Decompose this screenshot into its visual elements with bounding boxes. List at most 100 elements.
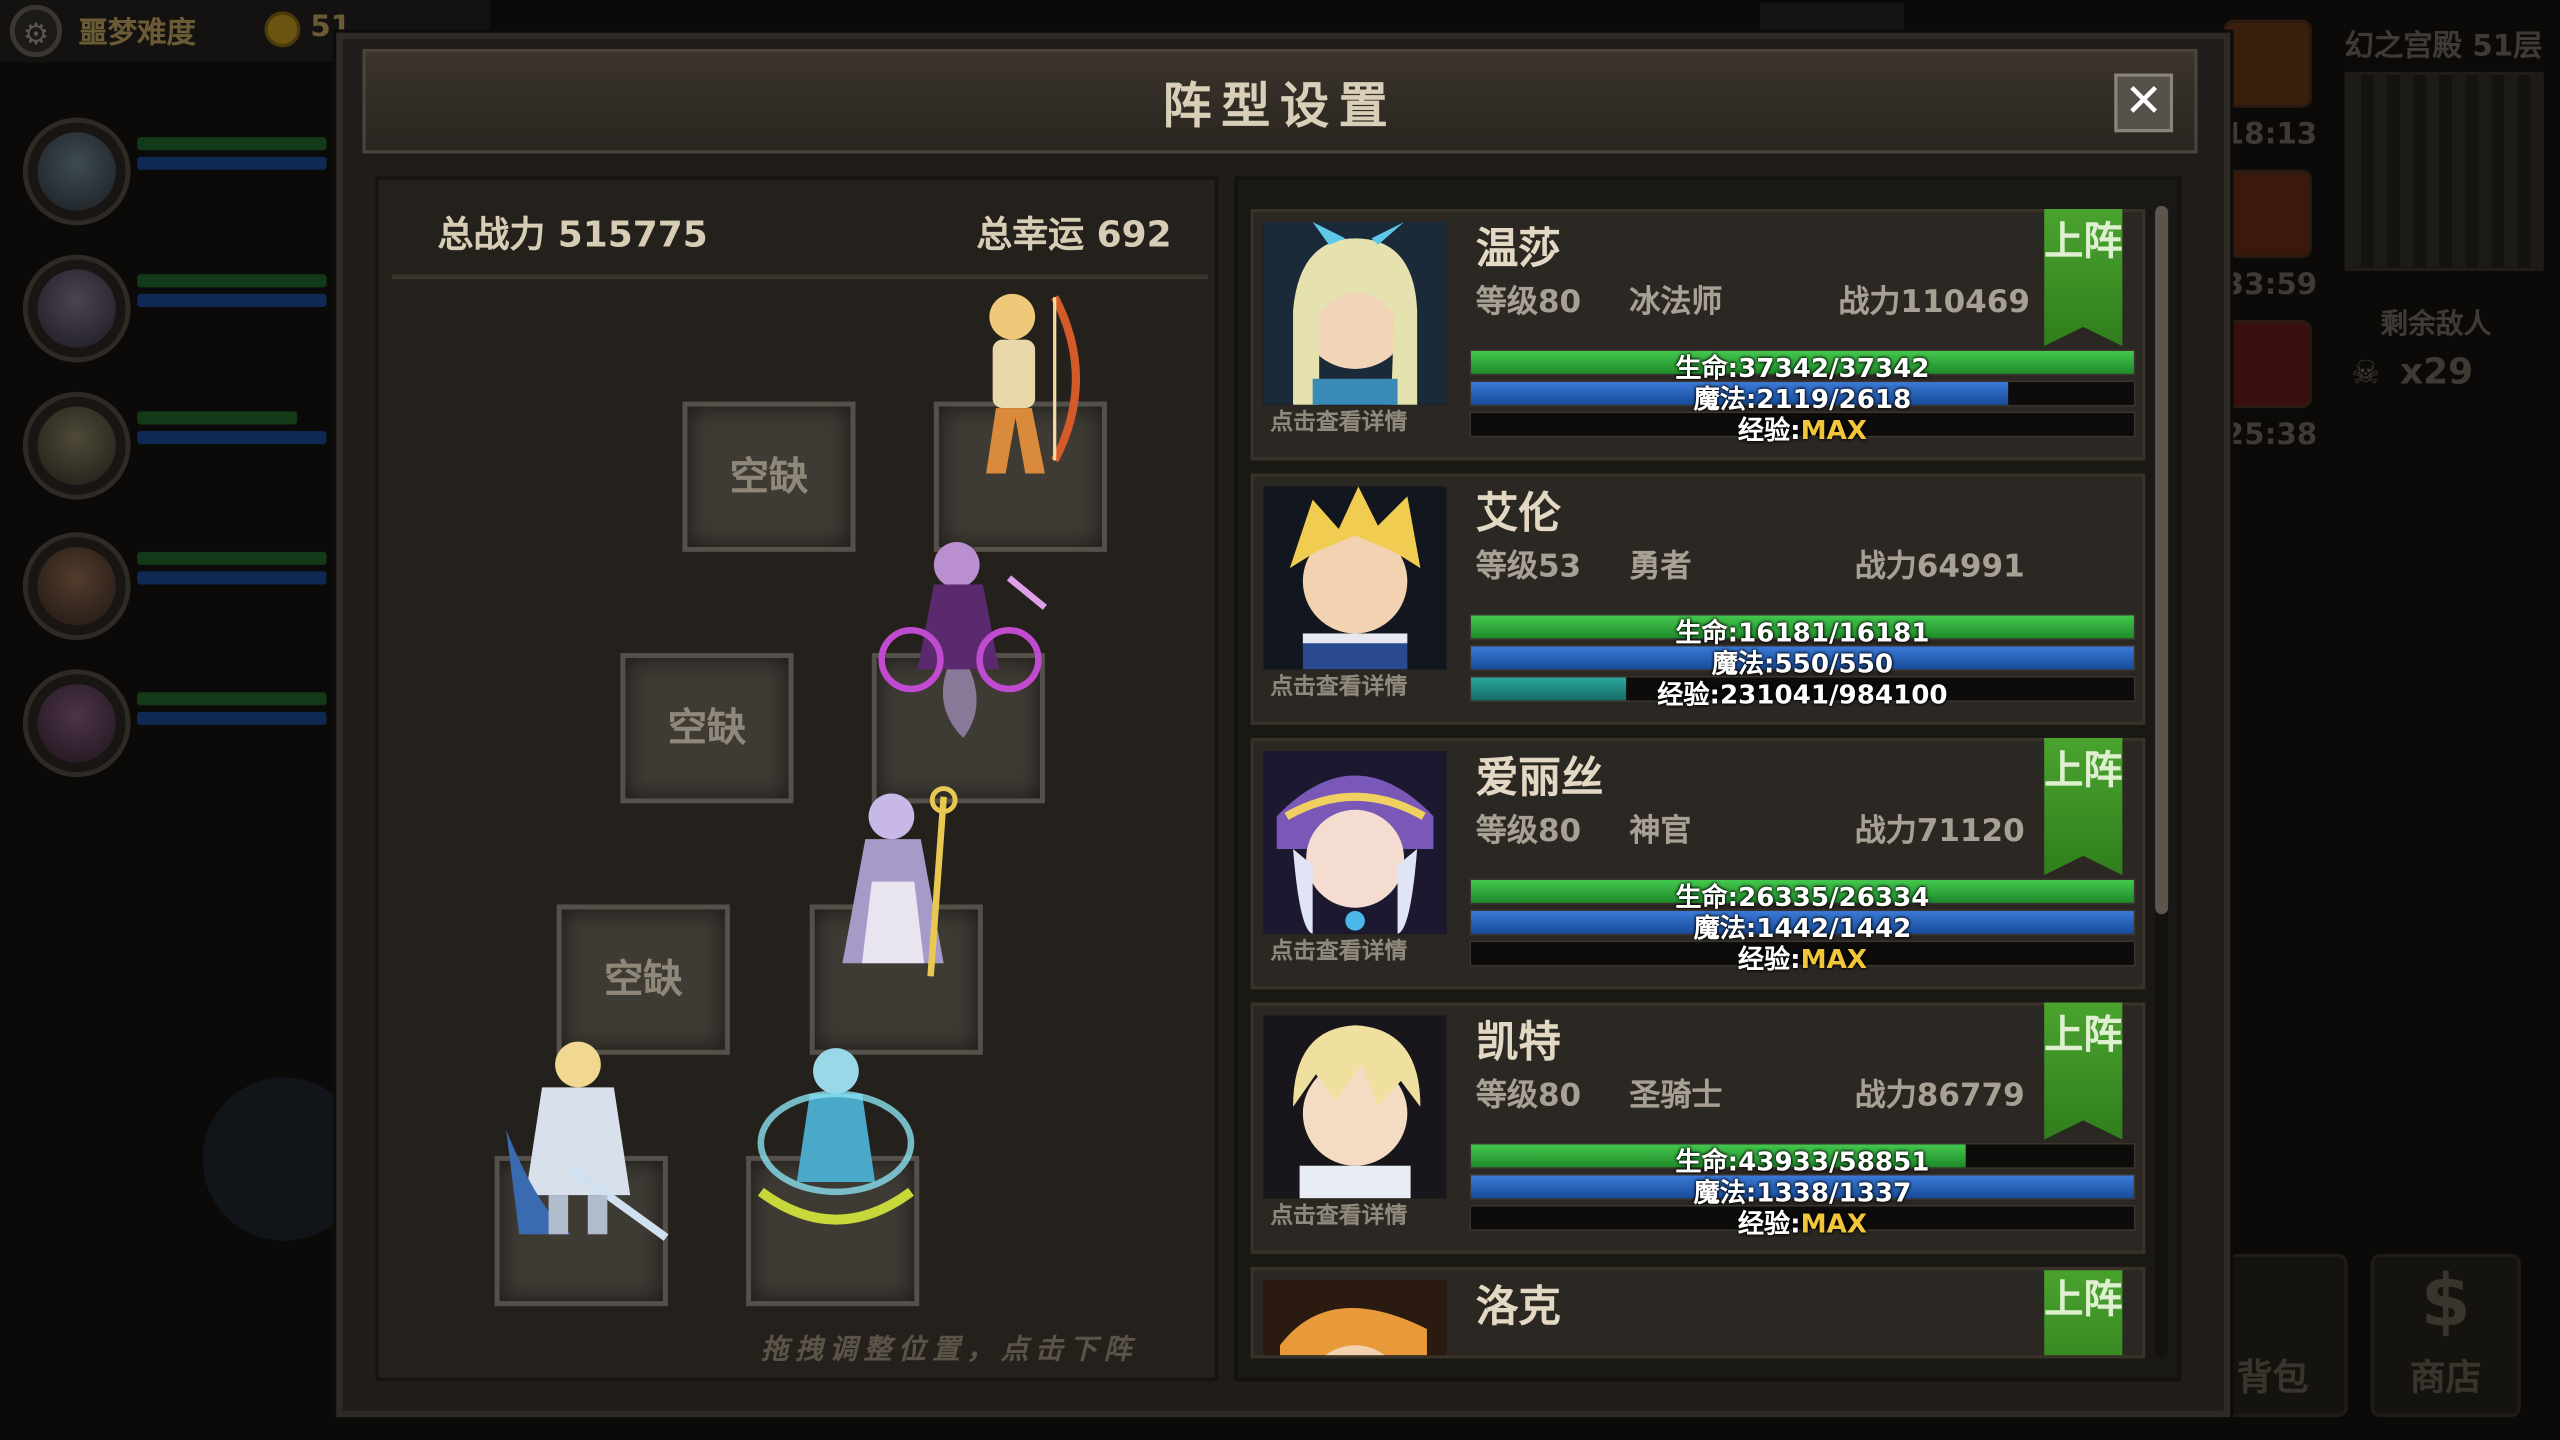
empty-slot-label: 空缺: [729, 453, 809, 500]
shop-button[interactable]: $ 商店: [2370, 1253, 2521, 1418]
hp-bar: 生命:16181/16181: [1469, 613, 2136, 648]
party-hp-bar: [137, 551, 327, 565]
dark-sorceress-chibi-sprite[interactable]: [869, 529, 1052, 745]
party-mp-bar: [137, 156, 327, 170]
party-member-2[interactable]: [22, 254, 131, 363]
dialog-title: 阵型设置: [1162, 78, 1398, 136]
party-member-3[interactable]: [22, 391, 131, 500]
skill-timer-3: 25:38: [2223, 417, 2318, 453]
deploy-button[interactable]: 上阵: [2044, 208, 2123, 347]
hero-level: 等级80: [1475, 1077, 1582, 1114]
party-hp-bar: [137, 411, 298, 425]
drag-hint: 拖拽调整位置，点击下阵: [760, 1333, 1138, 1367]
formation-slot-empty[interactable]: 空缺: [682, 401, 856, 552]
empty-slot-label: 空缺: [604, 956, 683, 1003]
hero-level: 等级80: [1475, 813, 1582, 849]
skill-icon-2[interactable]: [2223, 169, 2312, 258]
hero-level: 等级80: [1475, 284, 1582, 320]
enemies-count: x29: [2399, 352, 2474, 394]
avatar: [37, 132, 116, 211]
hero-card[interactable]: 点击查看详情 凯特 等级80 圣骑士 战力86779 生命:43933/5885…: [1250, 1002, 2146, 1254]
hp-bar: 生命:37342/37342: [1469, 349, 2136, 384]
hero-card[interactable]: 洛克 上阵: [1250, 1266, 2146, 1359]
hero-class: 神官: [1629, 813, 1692, 849]
mp-bar: 魔法:1338/1337: [1469, 1173, 2136, 1208]
deploy-button[interactable]: 上阵: [2044, 1270, 2123, 1356]
mp-bar: 魔法:2119/2618: [1469, 380, 2136, 415]
skill-icon-1[interactable]: [2223, 19, 2312, 108]
hero-class: 勇者: [1629, 548, 1692, 585]
exp-bar: 经验:MAX: [1469, 940, 2136, 975]
hero-card[interactable]: 点击查看详情 艾伦 等级53 勇者 战力64991 生命:16181/16181…: [1250, 473, 2146, 725]
dollar-icon: $: [2420, 1260, 2471, 1344]
exp-bar: 经验:231041/984100: [1469, 675, 2136, 710]
avatar: [37, 684, 116, 763]
archer-chibi-sprite[interactable]: [931, 281, 1114, 490]
party-mp-bar: [137, 711, 327, 725]
view-details-link[interactable]: 点击查看详情: [1270, 669, 1407, 702]
party-hp-bar: [137, 692, 327, 706]
view-details-link[interactable]: 点击查看详情: [1270, 405, 1407, 438]
scrollbar-thumb[interactable]: [2155, 205, 2169, 915]
priestess-chibi-sprite[interactable]: [807, 784, 990, 996]
party-mp-bar: [137, 431, 327, 445]
hero-name: 洛克: [1475, 1283, 1561, 1333]
skill-timer-1: 18:13: [2223, 117, 2318, 152]
hero-name: 艾伦: [1475, 489, 1561, 539]
hero-portrait[interactable]: [1263, 1279, 1447, 1356]
top-bar-segment: [1759, 3, 1904, 30]
total-luck: 总幸运 692: [976, 215, 1172, 257]
hero-power: 战力86779: [1854, 1077, 2025, 1114]
empty-slot-label: 空缺: [667, 705, 747, 752]
paladin-chibi-sprite[interactable]: [490, 1032, 676, 1248]
hero-power: 战力110469: [1838, 284, 2030, 320]
party-member-1[interactable]: [22, 117, 131, 226]
avatar: [37, 406, 116, 485]
hero-portrait[interactable]: [1263, 1015, 1447, 1199]
view-details-link[interactable]: 点击查看详情: [1270, 934, 1407, 967]
formation-slot-empty[interactable]: 空缺: [620, 653, 794, 804]
view-details-link[interactable]: 点击查看详情: [1270, 1198, 1407, 1231]
party-hp-bar: [137, 137, 327, 151]
total-power: 总战力 515775: [437, 215, 708, 257]
deploy-button[interactable]: 上阵: [2044, 737, 2123, 876]
party-member-5[interactable]: [22, 669, 131, 778]
hero-name: 爱丽丝: [1475, 754, 1604, 804]
hero-portrait[interactable]: [1263, 222, 1447, 405]
deploy-button[interactable]: 上阵: [2044, 1002, 2123, 1140]
exp-bar: 经验:MAX: [1469, 1204, 2136, 1239]
shop-label: 商店: [2409, 1358, 2482, 1400]
hero-name: 凯特: [1475, 1018, 1561, 1068]
avatar: [37, 269, 116, 348]
avatar: [37, 546, 116, 626]
party-hp-bar: [137, 274, 327, 288]
hero-portrait[interactable]: [1263, 486, 1447, 670]
enemies-label: 剩余敌人: [2380, 308, 2492, 342]
stat-divider: [391, 274, 1209, 280]
hp-bar: 生命:26335/26334: [1469, 878, 2136, 913]
party-mp-bar: [137, 571, 327, 585]
hp-bar: 生命:43933/58851: [1469, 1142, 2136, 1177]
ice-mage-chibi-sprite[interactable]: [751, 1035, 921, 1244]
floor-label: 幻之宫殿 51层: [2344, 29, 2543, 64]
hero-name: 温莎: [1475, 225, 1561, 275]
hero-class: 圣骑士: [1629, 1077, 1723, 1114]
minimap[interactable]: [2344, 71, 2544, 272]
party-member-4[interactable]: [22, 532, 131, 640]
difficulty-label: 噩梦难度: [78, 16, 196, 51]
mp-bar: 魔法:1442/1442: [1469, 909, 2136, 944]
close-button[interactable]: ✕: [2114, 73, 2174, 133]
hero-card[interactable]: 点击查看详情 爱丽丝 等级80 神官 战力71120 生命:26335/2633…: [1250, 737, 2146, 990]
gold-coin-icon: [264, 11, 301, 48]
hero-power: 战力64991: [1854, 548, 2025, 585]
skill-timer-2: 33:59: [2223, 267, 2318, 303]
skill-icon-3[interactable]: [2223, 319, 2312, 409]
skull-icon: ☠: [2351, 352, 2381, 392]
exp-bar: 经验:MAX: [1469, 411, 2136, 446]
party-mp-bar: [137, 293, 327, 307]
mp-bar: 魔法:550/550: [1469, 644, 2136, 679]
hero-portrait[interactable]: [1263, 751, 1447, 934]
hero-card[interactable]: 点击查看详情 温莎 等级80 冰法师 战力110469 生命:37342/373…: [1250, 208, 2146, 461]
settings-gear-icon[interactable]: ⚙: [9, 4, 63, 58]
hero-class: 冰法师: [1629, 284, 1723, 320]
